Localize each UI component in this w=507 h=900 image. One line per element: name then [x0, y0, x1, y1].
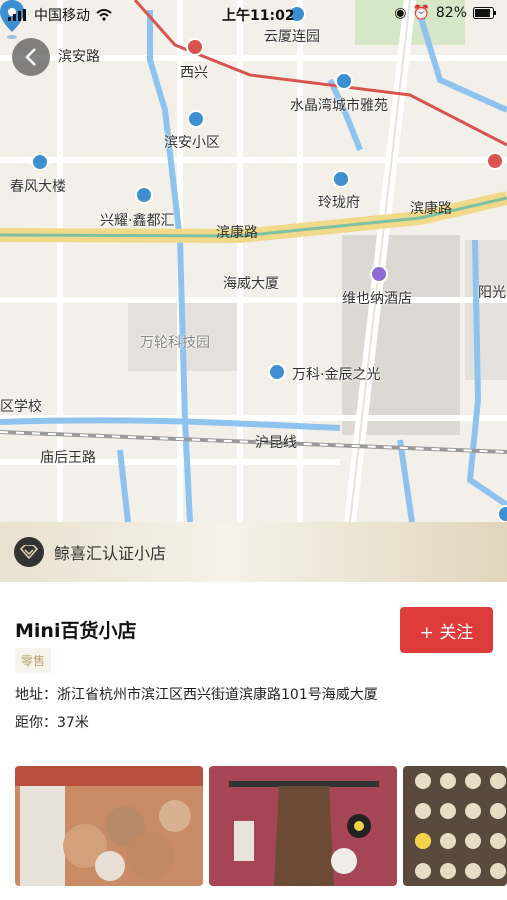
map-label-yunxia[interactable]: 云厦连园 [264, 26, 320, 46]
map-label-wanke[interactable]: 万科·金辰之光 [292, 364, 380, 384]
map-label-xixing[interactable]: 西兴 [180, 62, 208, 82]
category-tag: 零售 [15, 648, 52, 673]
road-label-binkang-2: 滨康路 [410, 201, 452, 217]
poi-building-icon[interactable] [268, 363, 286, 381]
battery-icon [473, 7, 496, 19]
map-roads [0, 0, 507, 522]
status-bar: 中国移动 上午11:02 ◉ ⏰ 82% [0, 0, 507, 28]
carrier-label: 中国移动 [34, 8, 90, 24]
orientation-lock-icon: ◉ [394, 5, 407, 21]
map-label-wanlun[interactable]: 万轮科技园 [140, 332, 210, 352]
photo-gallery[interactable] [15, 766, 507, 886]
map-label-weiyena[interactable]: 维也纳酒店 [342, 288, 412, 308]
shop-photo[interactable] [15, 766, 203, 886]
chevron-left-icon [25, 48, 36, 66]
back-button[interactable] [12, 38, 50, 76]
railway-label: 沪昆线 [255, 435, 297, 451]
map-label-linglong[interactable]: 玲珑府 [318, 192, 360, 212]
poi-building-icon[interactable] [497, 505, 507, 522]
map-label-haiwei[interactable]: 海威大厦 [223, 273, 279, 293]
map-label-xingyao[interactable]: 兴耀·鑫都汇 [100, 210, 174, 230]
certified-banner: 鲸喜汇认证小店 [0, 522, 507, 582]
shop-photo[interactable] [209, 766, 397, 886]
shop-distance: 距你：37米 [15, 715, 89, 731]
map-view[interactable]: 滨安路 滨康路 滨康路 庙后王路 沪昆线 西兴 云厦连园 水晶湾城市雅苑 滨安小… [0, 0, 507, 522]
follow-button[interactable]: + 关注 [400, 607, 493, 653]
shop-address: 地址：浙江省杭州市滨江区西兴街道滨康路101号海威大厦 [15, 687, 378, 703]
poi-building-icon[interactable] [335, 72, 353, 90]
clock: 上午11:02 [222, 8, 295, 24]
map-label-yangguang[interactable]: 阳光 [478, 282, 506, 302]
metro-icon[interactable] [186, 38, 204, 56]
poi-building-icon[interactable] [135, 186, 153, 204]
poi-building-icon[interactable] [187, 110, 205, 128]
map-label-shuijing[interactable]: 水晶湾城市雅苑 [290, 95, 388, 115]
road-label-miaohou: 庙后王路 [40, 450, 96, 466]
alarm-icon: ⏰ [412, 5, 430, 21]
certified-badge-icon [14, 537, 44, 567]
shop-photo[interactable] [403, 766, 507, 886]
battery-percent: 82% [435, 5, 467, 21]
wifi-icon [96, 9, 112, 21]
road-label-binkang-1: 滨康路 [216, 225, 258, 241]
map-label-chunfeng[interactable]: 春风大楼 [10, 176, 66, 196]
metro-icon[interactable] [486, 152, 504, 170]
map-label-xuexiao[interactable]: 区学校 [0, 396, 42, 416]
poi-building-icon[interactable] [31, 153, 49, 171]
signal-icon [8, 9, 26, 21]
road-label-binan: 滨安路 [58, 49, 100, 65]
shop-name: Mini百货小店 [15, 620, 137, 642]
map-label-binan[interactable]: 滨安小区 [164, 132, 220, 152]
shop-info-panel: Mini百货小店 零售 + 关注 地址：浙江省杭州市滨江区西兴街道滨康路101号… [0, 582, 507, 900]
certified-text: 鲸喜汇认证小店 [54, 544, 167, 563]
poi-building-icon[interactable] [332, 170, 350, 188]
hotel-icon[interactable] [370, 265, 388, 283]
